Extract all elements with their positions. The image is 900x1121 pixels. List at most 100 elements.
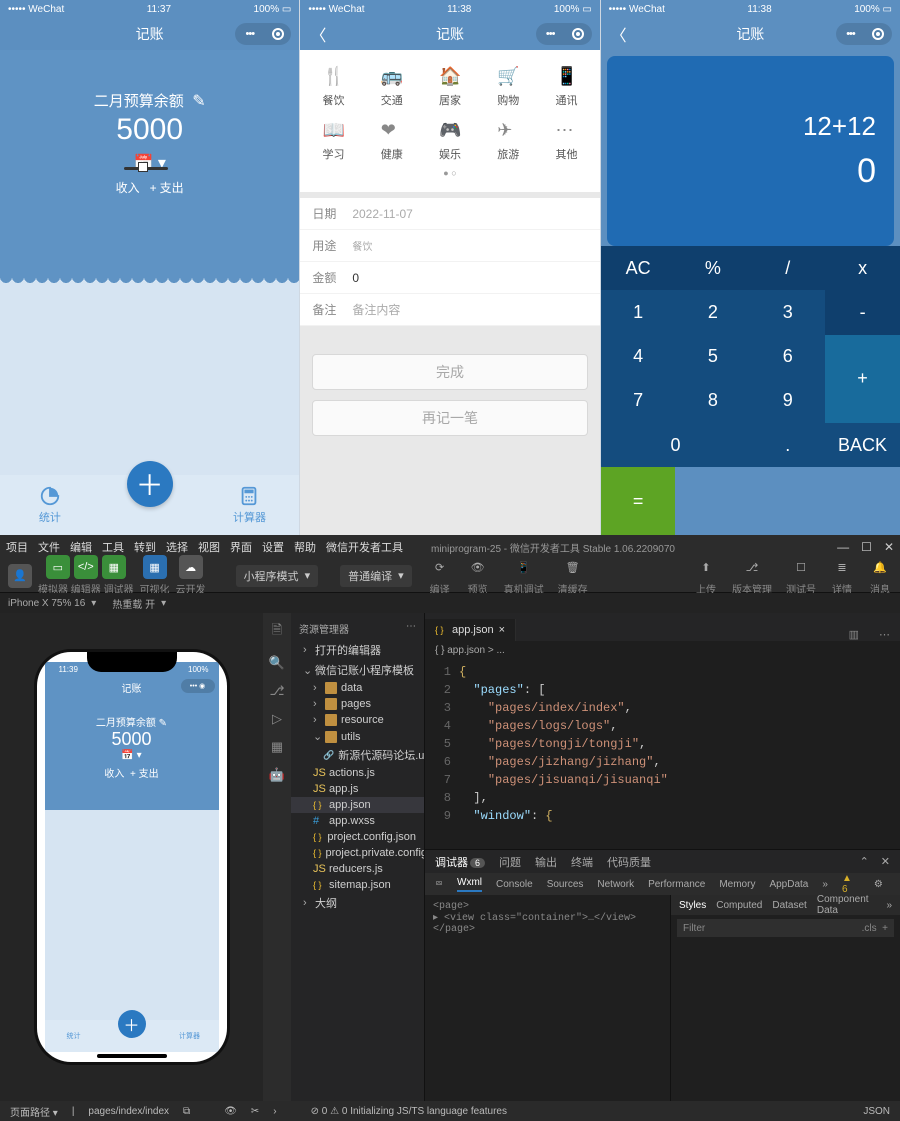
edit-icon[interactable]: ✎ bbox=[192, 93, 205, 110]
breadcrumb[interactable]: { } app.json > ... bbox=[425, 641, 900, 659]
key-4[interactable]: 4 bbox=[601, 335, 676, 379]
action-清缓存[interactable]: 🗑清缓存 bbox=[558, 555, 588, 596]
done-button[interactable]: 完成 bbox=[312, 354, 587, 390]
key-6[interactable]: 6 bbox=[750, 335, 825, 379]
right-详情[interactable]: ≣详情 bbox=[830, 555, 854, 596]
close-icon[interactable] bbox=[872, 28, 884, 40]
tree-新源代源码论坛.url[interactable]: 新源代源码论坛.url bbox=[291, 745, 424, 765]
again-button[interactable]: 再记一笔 bbox=[312, 400, 587, 436]
close-window-icon[interactable]: ✕ bbox=[884, 540, 894, 554]
key-%[interactable]: % bbox=[675, 246, 750, 290]
tree-app.json[interactable]: app.json bbox=[291, 797, 424, 813]
componentdata-tab[interactable]: Component Data bbox=[817, 894, 877, 916]
menu-icon[interactable] bbox=[243, 27, 257, 41]
tree-project.config.json[interactable]: project.config.json bbox=[291, 829, 424, 845]
use-row[interactable]: 用途餐饮 bbox=[300, 230, 599, 262]
panel-tab-output[interactable]: 输出 bbox=[535, 854, 557, 870]
status-messages[interactable]: ⊘ 0 ⚠ 0 Initializing JS/TS language feat… bbox=[311, 1106, 507, 1117]
dbg-tab-wxml[interactable]: Wxml bbox=[457, 877, 482, 892]
tree-app.wxss[interactable]: app.wxss bbox=[291, 813, 424, 829]
category-学习[interactable]: 📖学习 bbox=[304, 114, 362, 168]
key-3[interactable]: 3 bbox=[750, 290, 825, 334]
capsule[interactable] bbox=[536, 23, 592, 45]
panel-tab-debugger[interactable]: 调试器6 bbox=[435, 854, 485, 870]
menu-icon[interactable] bbox=[843, 27, 857, 41]
section-outline[interactable]: ›大纲 bbox=[291, 893, 424, 913]
menu-帮助[interactable]: 帮助 bbox=[294, 542, 316, 554]
menu-编辑[interactable]: 编辑 bbox=[70, 542, 92, 554]
category-健康[interactable]: ❤健康 bbox=[363, 114, 421, 168]
key--[interactable]: - bbox=[825, 290, 900, 334]
dbg-tab-more[interactable]: » bbox=[822, 879, 828, 890]
expand-icon[interactable]: › bbox=[273, 1106, 276, 1117]
visual-button[interactable]: ▦ bbox=[143, 555, 167, 579]
menu-icon[interactable] bbox=[543, 27, 557, 41]
code-area[interactable]: 123456789 { "pages": [ "pages/index/inde… bbox=[425, 659, 900, 849]
menu-界面[interactable]: 界面 bbox=[230, 542, 252, 554]
ext-icon[interactable]: ▦ bbox=[271, 739, 283, 755]
action-编译[interactable]: ⟳编译 bbox=[428, 555, 452, 596]
tree-sitemap.json[interactable]: sitemap.json bbox=[291, 877, 424, 893]
category-娱乐[interactable]: 🎮娱乐 bbox=[421, 114, 479, 168]
panel-close-icon[interactable]: ✕ bbox=[881, 855, 890, 868]
key-0[interactable]: 0 bbox=[601, 423, 751, 467]
right-版本管理[interactable]: ⎇版本管理 bbox=[732, 555, 772, 596]
menu-项目[interactable]: 项目 bbox=[6, 542, 28, 554]
cloud-button[interactable]: ☁ bbox=[179, 555, 203, 579]
section-open-editors[interactable]: ›打开的编辑器 bbox=[291, 640, 424, 660]
back-icon[interactable]: 〈 bbox=[310, 22, 326, 46]
section-project[interactable]: ⌄微信记账小程序模板 bbox=[291, 660, 424, 680]
hot-reload[interactable]: 热重载 开 bbox=[112, 596, 155, 611]
amount-row[interactable]: 金额0 bbox=[300, 262, 599, 294]
run-icon[interactable]: ▷ bbox=[272, 711, 282, 727]
menu-工具[interactable]: 工具 bbox=[102, 542, 124, 554]
mode-dropdown[interactable]: 小程序模式▾ bbox=[236, 565, 319, 587]
close-icon[interactable] bbox=[272, 28, 284, 40]
right-测试号[interactable]: ☐测试号 bbox=[786, 555, 816, 596]
category-购物[interactable]: 🛒购物 bbox=[479, 60, 537, 114]
tree-pages[interactable]: ›pages bbox=[291, 696, 424, 712]
close-tab-icon[interactable]: × bbox=[499, 624, 505, 636]
panel-tab-quality[interactable]: 代码质量 bbox=[607, 854, 651, 870]
menu-视图[interactable]: 视图 bbox=[198, 542, 220, 554]
maximize-icon[interactable]: ☐ bbox=[861, 540, 872, 554]
scm-icon[interactable]: ⎇ bbox=[270, 683, 285, 699]
right-消息[interactable]: 🔔消息 bbox=[868, 555, 892, 596]
category-餐饮[interactable]: 🍴餐饮 bbox=[304, 60, 362, 114]
key-.[interactable]: . bbox=[750, 423, 825, 467]
capsule[interactable] bbox=[836, 23, 892, 45]
device-dropdown[interactable]: iPhone X 75% 16 bbox=[8, 598, 85, 609]
close-icon[interactable] bbox=[572, 28, 584, 40]
dbg-tab-network[interactable]: Network bbox=[597, 879, 634, 890]
dbg-warnings[interactable]: ▲ 6 bbox=[842, 873, 852, 895]
compile-dropdown[interactable]: 普通编译▾ bbox=[340, 565, 412, 587]
menu-微信开发者工具[interactable]: 微信开发者工具 bbox=[326, 542, 403, 554]
computed-tab[interactable]: Computed bbox=[716, 900, 762, 911]
styles-filter[interactable]: Filter.cls + bbox=[677, 919, 894, 937]
key-5[interactable]: 5 bbox=[675, 335, 750, 379]
menu-文件[interactable]: 文件 bbox=[38, 542, 60, 554]
category-其他[interactable]: ⋯其他 bbox=[537, 114, 595, 168]
key-+[interactable]: + bbox=[825, 335, 900, 424]
capsule[interactable] bbox=[235, 23, 291, 45]
styles-tab[interactable]: Styles bbox=[679, 900, 706, 911]
right-上传[interactable]: ⬆上传 bbox=[694, 555, 718, 596]
back-icon[interactable]: 〈 bbox=[611, 22, 627, 46]
tree-actions.js[interactable]: JSactions.js bbox=[291, 765, 424, 781]
category-旅游[interactable]: ✈旅游 bbox=[479, 114, 537, 168]
add-fab[interactable]: ＋ bbox=[127, 461, 173, 507]
tree-reducers.js[interactable]: JSreducers.js bbox=[291, 861, 424, 877]
key-BACK[interactable]: BACK bbox=[825, 423, 900, 467]
search-icon[interactable]: 🔍 bbox=[269, 655, 285, 671]
menu-设置[interactable]: 设置 bbox=[262, 542, 284, 554]
scissors-icon[interactable]: ✂ bbox=[251, 1106, 259, 1117]
key-x[interactable]: x bbox=[825, 246, 900, 290]
date-row[interactable]: 日期2022-11-07 bbox=[300, 198, 599, 230]
key-AC[interactable]: AC bbox=[601, 246, 676, 290]
menu-转到[interactable]: 转到 bbox=[134, 542, 156, 554]
tree-utils[interactable]: ⌄utils bbox=[291, 728, 424, 745]
editor-button[interactable]: </> bbox=[74, 555, 98, 579]
action-预览[interactable]: 👁预览 bbox=[466, 555, 490, 596]
tab-calculator[interactable]: 计算器 bbox=[200, 485, 300, 525]
dbg-tab-appdata[interactable]: AppData bbox=[769, 879, 808, 890]
